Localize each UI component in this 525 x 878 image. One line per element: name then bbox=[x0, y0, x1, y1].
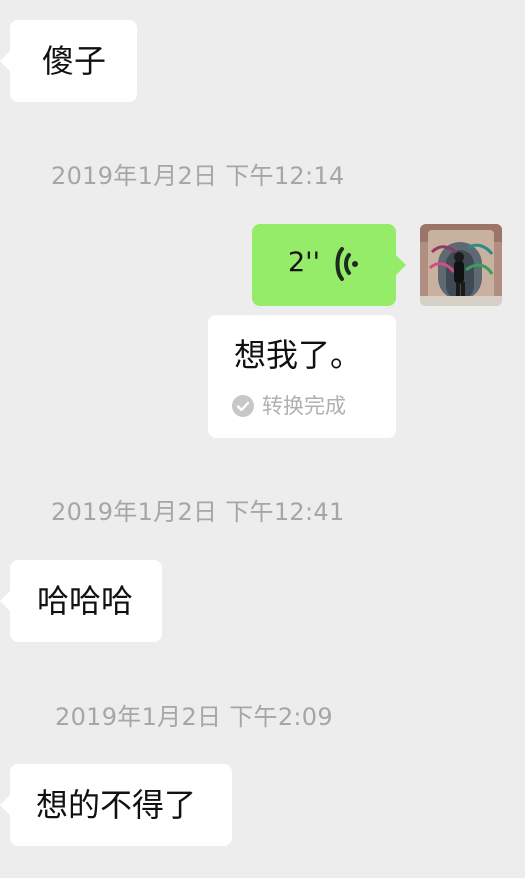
transcript-status: 转换完成 bbox=[232, 395, 346, 417]
transcript-text: 想我了。 bbox=[234, 336, 363, 374]
voice-duration-label: 2'' bbox=[288, 247, 321, 278]
voice-wave-icon bbox=[335, 247, 358, 281]
check-circle-icon bbox=[232, 395, 254, 417]
incoming-message-bubble[interactable]: 傻子 bbox=[0, 20, 137, 102]
message-text: 想的不得了 bbox=[36, 786, 197, 824]
user-avatar[interactable] bbox=[420, 224, 502, 306]
message-timestamp: 2019年1月2日 下午2:09 bbox=[55, 703, 333, 731]
incoming-message-bubble[interactable]: 哈哈哈 bbox=[0, 560, 162, 642]
message-timestamp: 2019年1月2日 下午12:41 bbox=[51, 498, 345, 526]
user-avatar-image bbox=[420, 224, 502, 306]
message-timestamp: 2019年1月2日 下午12:14 bbox=[51, 162, 345, 190]
message-text: 哈哈哈 bbox=[37, 582, 134, 620]
outgoing-voice-message-bubble[interactable]: 2'' bbox=[252, 224, 406, 306]
incoming-message-bubble[interactable]: 想的不得了 bbox=[0, 764, 232, 846]
transcript-status-label: 转换完成 bbox=[262, 393, 346, 418]
message-text: 傻子 bbox=[42, 42, 107, 80]
voice-transcript-card[interactable]: 想我了。 转换完成 bbox=[208, 315, 396, 438]
